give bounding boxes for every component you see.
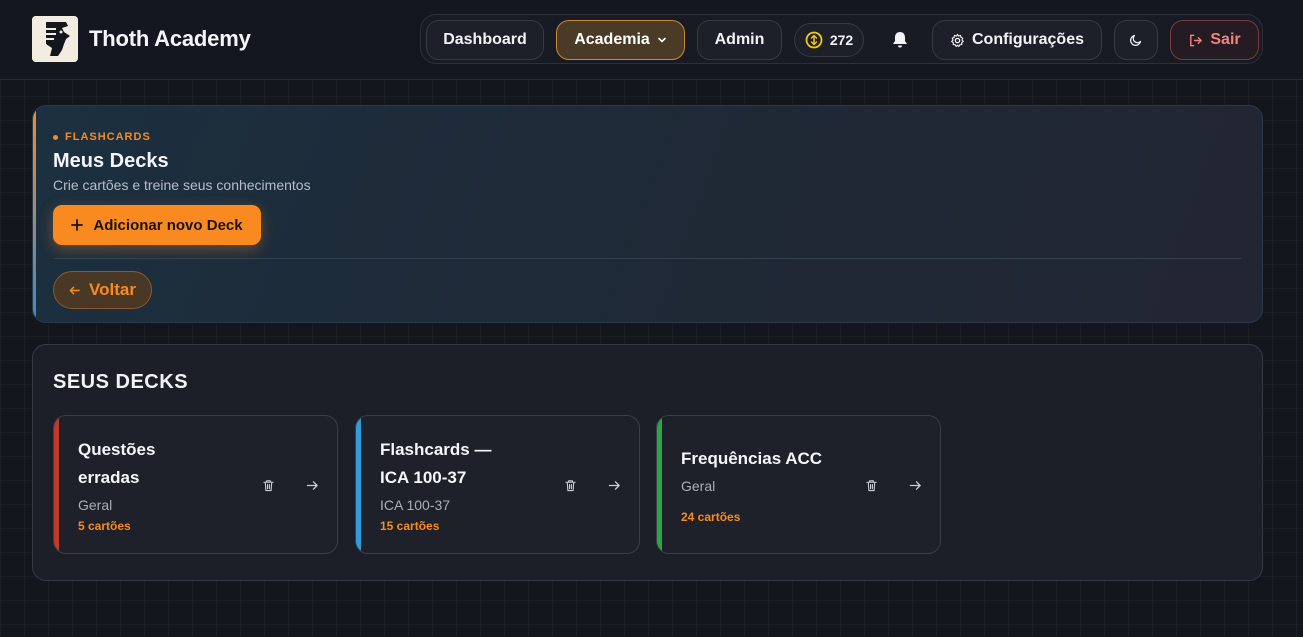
eyebrow-label: FLASHCARDS — [65, 131, 151, 143]
arrow-right-icon — [608, 480, 620, 490]
logout-icon — [1190, 34, 1203, 46]
arrow-right-icon — [306, 480, 318, 490]
deck-card[interactable]: Frequências ACC Geral 24 cartões — [656, 415, 941, 554]
trash-icon — [564, 479, 576, 491]
gear-icon — [951, 33, 964, 47]
deck-card[interactable]: Flashcards — ICA 100-37 ICA 100-37 15 ca… — [355, 415, 640, 554]
nav-admin-button[interactable]: Admin — [697, 20, 782, 60]
deck-category: Geral — [78, 497, 113, 513]
delete-deck-button[interactable] — [559, 474, 581, 496]
theme-toggle-button[interactable] — [1114, 20, 1158, 60]
coin-balance[interactable]: 272 — [794, 23, 864, 57]
deck-accent-bar — [54, 416, 59, 553]
app-name: Thoth Academy — [89, 26, 251, 51]
deck-title-line: erradas — [78, 468, 140, 487]
decks-section-title: SEUS DECKS — [53, 371, 189, 393]
deck-title: Flashcards — ICA 100-37 — [380, 436, 550, 492]
flashcards-hero: FLASHCARDS Meus Decks Crie cartões e tre… — [32, 105, 1263, 323]
thoth-logo-icon — [32, 16, 78, 62]
arrow-right-icon — [909, 480, 921, 490]
deck-title: Frequências ACC — [681, 445, 851, 473]
nav-settings-button[interactable]: Configurações — [932, 20, 1102, 60]
deck-title-line: Questões — [78, 440, 156, 459]
bell-icon — [893, 32, 907, 48]
top-header: Thoth Academy Dashboard Academia Admin 2… — [0, 0, 1303, 80]
open-deck-button[interactable] — [603, 474, 625, 496]
add-deck-button[interactable]: Adicionar novo Deck — [53, 205, 261, 245]
back-label: Voltar — [89, 280, 136, 299]
deck-card-count: 15 cartões — [380, 519, 440, 533]
deck-accent-bar — [657, 416, 662, 553]
deck-card-count: 24 cartões — [681, 510, 741, 524]
plus-icon — [71, 219, 84, 231]
deck-accent-bar — [356, 416, 361, 553]
eyebrow-dot-icon — [53, 134, 58, 140]
deck-card[interactable]: Questões erradas Geral 5 cartões — [53, 415, 338, 554]
chevron-down-icon — [657, 37, 666, 43]
trash-icon — [865, 479, 877, 491]
trash-icon — [262, 479, 274, 491]
nav-academia-button[interactable]: Academia — [556, 20, 685, 60]
deck-info: Questões erradas Geral 5 cartões — [78, 416, 248, 553]
brand[interactable]: Thoth Academy — [32, 16, 251, 62]
deck-title: Questões erradas — [78, 436, 248, 492]
page-title: Meus Decks — [53, 150, 169, 172]
nav-dashboard-button[interactable]: Dashboard — [426, 20, 544, 60]
deck-title-line: Flashcards — — [380, 440, 492, 459]
delete-deck-button[interactable] — [860, 474, 882, 496]
deck-info: Flashcards — ICA 100-37 ICA 100-37 15 ca… — [380, 416, 550, 553]
deck-category: Geral — [681, 478, 716, 494]
logout-label: Sair — [1210, 31, 1241, 48]
notifications-button[interactable] — [888, 28, 912, 52]
delete-deck-button[interactable] — [257, 474, 279, 496]
arrow-left-icon — [69, 286, 80, 294]
page-subtitle: Crie cartões e treine seus conhecimentos — [53, 177, 311, 193]
open-deck-button[interactable] — [904, 474, 926, 496]
deck-category: ICA 100-37 — [380, 497, 451, 513]
add-deck-label: Adicionar novo Deck — [93, 216, 243, 234]
open-deck-button[interactable] — [301, 474, 323, 496]
hero-divider — [53, 258, 1241, 259]
logout-button[interactable]: Sair — [1170, 20, 1259, 60]
main-nav: Dashboard Academia Admin 272 Configuraçõ… — [420, 14, 1263, 64]
deck-info: Frequências ACC Geral 24 cartões — [681, 416, 851, 553]
nav-dashboard-label: Dashboard — [443, 31, 527, 48]
deck-title-line: Frequências ACC — [681, 449, 823, 468]
deck-card-count: 5 cartões — [78, 519, 131, 533]
nav-academia-label: Academia — [574, 31, 650, 48]
nav-settings-label: Configurações — [971, 31, 1084, 48]
coin-icon — [805, 31, 823, 49]
back-button[interactable]: Voltar — [53, 271, 152, 309]
moon-icon — [1129, 34, 1142, 47]
section-eyebrow: FLASHCARDS — [53, 131, 151, 143]
deck-title-line: ICA 100-37 — [380, 468, 467, 487]
decks-panel: SEUS DECKS Questões erradas Geral 5 cart… — [32, 344, 1263, 581]
nav-admin-label: Admin — [714, 31, 765, 48]
coin-count: 272 — [829, 32, 854, 48]
